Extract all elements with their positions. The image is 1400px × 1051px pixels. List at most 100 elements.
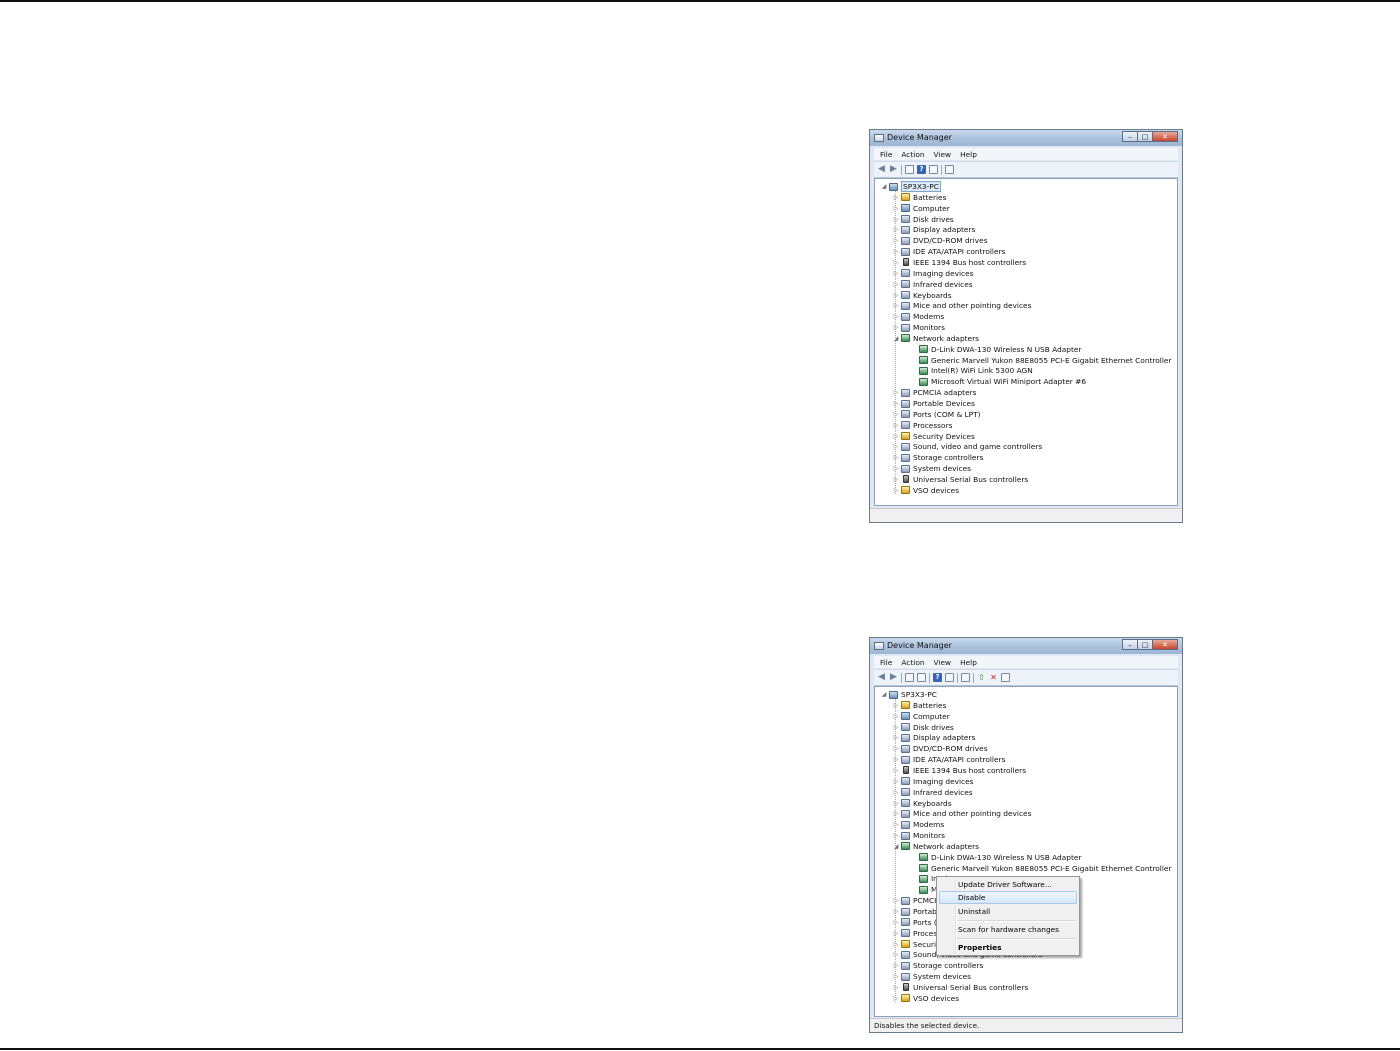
expand-arrow-icon[interactable]: ▷ (893, 226, 899, 233)
tree-category-security-devices[interactable]: ▷ Security Devices (893, 431, 975, 442)
tree-category-mice-and-other-pointing-devices[interactable]: ▷ Mice and other pointing devices (893, 808, 1032, 819)
expand-arrow-icon[interactable]: ▷ (893, 724, 899, 731)
menu-help[interactable]: Help (960, 658, 977, 667)
tree-category-storage-controllers[interactable]: ▷ Storage controllers (893, 960, 984, 971)
console-tree-icon[interactable] (905, 673, 914, 682)
tree-category-vso-devices[interactable]: ▷ VSO devices (893, 993, 959, 1004)
properties-icon[interactable] (929, 165, 938, 174)
expand-arrow-icon[interactable]: ▷ (893, 389, 899, 396)
expand-arrow-icon[interactable]: ▷ (893, 237, 899, 244)
tree-category-ide-ata-atapi-controllers[interactable]: ▷ IDE ATA/ATAPI controllers (893, 754, 1006, 765)
expand-arrow-icon[interactable]: ▷ (893, 205, 899, 212)
expand-arrow-icon[interactable]: ▷ (893, 702, 899, 709)
menu-view[interactable]: View (934, 150, 952, 159)
tree-category-portable-devices[interactable]: ▷ Portable Devices (893, 398, 975, 409)
expand-arrow-icon[interactable]: ▷ (893, 897, 899, 904)
expand-arrow-icon[interactable]: ▷ (893, 400, 899, 407)
expand-arrow-icon[interactable]: ▷ (893, 302, 899, 309)
expand-arrow-icon[interactable]: ▷ (893, 941, 899, 948)
tree-category-modems[interactable]: ▷ Modems (893, 819, 945, 830)
expand-arrow-icon[interactable]: ▷ (893, 908, 899, 915)
menu-file[interactable]: File (880, 150, 892, 159)
expand-arrow-icon[interactable]: ▷ (893, 313, 899, 320)
tree-category-vso-devices[interactable]: ▷ VSO devices (893, 485, 959, 496)
collapse-arrow-icon[interactable]: ◢ (893, 335, 899, 342)
menu-item-uninstall[interactable]: Uninstall (958, 906, 990, 917)
tree-device[interactable]: Generic Marvell Yukon 88E8055 PCI-E Giga… (911, 863, 1172, 874)
properties-icon[interactable] (945, 673, 954, 682)
tree-category-infrared-devices[interactable]: ▷ Infrared devices (893, 279, 973, 290)
title-bar[interactable]: Device Manager – □ ✕ (870, 638, 1182, 654)
expand-arrow-icon[interactable]: ▷ (893, 973, 899, 980)
expand-arrow-icon[interactable]: ▷ (893, 281, 899, 288)
tree-category-imaging-devices[interactable]: ▷ Imaging devices (893, 268, 974, 279)
scan-hardware-icon[interactable] (961, 673, 970, 682)
collapse-arrow-icon[interactable]: ◢ (881, 691, 887, 698)
expand-arrow-icon[interactable]: ▷ (893, 487, 899, 494)
close-button[interactable]: ✕ (1152, 639, 1178, 650)
expand-arrow-icon[interactable]: ▷ (893, 476, 899, 483)
expand-arrow-icon[interactable]: ▷ (893, 800, 899, 807)
expand-arrow-icon[interactable]: ▷ (893, 411, 899, 418)
tree-category-universal-serial-bus-controllers[interactable]: ▷ Universal Serial Bus controllers (893, 982, 1029, 993)
console-tree-icon[interactable] (905, 165, 914, 174)
menu-item-properties[interactable]: Properties (958, 942, 1002, 953)
expand-arrow-icon[interactable]: ▷ (893, 465, 899, 472)
tree-category-infrared-devices[interactable]: ▷ Infrared devices (893, 787, 973, 798)
expand-arrow-icon[interactable]: ▷ (893, 951, 899, 958)
back-arrow-icon[interactable]: ◀ (877, 165, 886, 174)
help-icon[interactable]: ? (917, 165, 926, 174)
tree-category-monitors[interactable]: ▷ Monitors (893, 830, 945, 841)
tree-category-disk-drives[interactable]: ▷ Disk drives (893, 214, 954, 225)
tree-category-ieee-1394-bus-host-controllers[interactable]: ▷ IEEE 1394 Bus host controllers (893, 257, 1026, 268)
tree-category-ieee-1394-bus-host-controllers[interactable]: ▷ IEEE 1394 Bus host controllers (893, 765, 1026, 776)
menu-file[interactable]: File (880, 658, 892, 667)
expand-arrow-icon[interactable]: ▷ (893, 767, 899, 774)
update-driver-icon[interactable]: ⇧ (977, 673, 986, 682)
device-tree-pane[interactable]: ◢ SP3X3-PC ▷ Batteries ▷ Computer ▷ Disk drives… (874, 686, 1178, 1017)
tree-category-disk-drives[interactable]: ▷ Disk drives (893, 722, 954, 733)
tree-category-batteries[interactable]: ▷ Batteries (893, 700, 947, 711)
menu-item-update-driver[interactable]: Update Driver Software... (958, 879, 1052, 890)
tree-category-mice-and-other-pointing-devices[interactable]: ▷ Mice and other pointing devices (893, 300, 1032, 311)
tree-category-monitors[interactable]: ▷ Monitors (893, 322, 945, 333)
menu-item-scan-hardware[interactable]: Scan for hardware changes (958, 924, 1059, 935)
expand-arrow-icon[interactable]: ▷ (893, 778, 899, 785)
tree-category-pcmcia-adapters[interactable]: ▷ PCMCIA adapters (893, 387, 977, 398)
maximize-button[interactable]: □ (1137, 131, 1153, 142)
maximize-button[interactable]: □ (1137, 639, 1153, 650)
tree-category-ports-c[interactable]: ▷ Ports (C (893, 917, 942, 928)
tree-category-dvd-cd-rom-drives[interactable]: ▷ DVD/CD-ROM drives (893, 235, 988, 246)
tree-category-batteries[interactable]: ▷ Batteries (893, 192, 947, 203)
tree-category-network-adapters[interactable]: ◢ Network adapters (893, 333, 979, 344)
expand-arrow-icon[interactable]: ▷ (893, 930, 899, 937)
tree-category-system-devices[interactable]: ▷ System devices (893, 463, 971, 474)
menu-view[interactable]: View (934, 658, 952, 667)
expand-arrow-icon[interactable]: ▷ (893, 734, 899, 741)
expand-arrow-icon[interactable]: ▷ (893, 270, 899, 277)
tree-category-computer[interactable]: ▷ Computer (893, 203, 950, 214)
scan-hardware-icon[interactable] (945, 165, 954, 174)
menu-action[interactable]: Action (901, 658, 924, 667)
tree-device[interactable]: D-Link DWA-130 Wireless N USB Adapter (911, 344, 1081, 355)
tree-root[interactable]: ◢ SP3X3-PC (881, 181, 941, 192)
tree-category-ports-com-lpt[interactable]: ▷ Ports (COM & LPT) (893, 409, 981, 420)
expand-arrow-icon[interactable]: ▷ (893, 713, 899, 720)
device-tree-pane[interactable]: ◢ SP3X3-PC ▷ Batteries ▷ Computer ▷ Disk drives… (874, 178, 1178, 506)
forward-arrow-icon[interactable]: ▶ (889, 673, 898, 682)
tree-category-display-adapters[interactable]: ▷ Display adapters (893, 224, 976, 235)
expand-arrow-icon[interactable]: ▷ (893, 810, 899, 817)
tree-category-network-adapters[interactable]: ◢ Network adapters (893, 841, 979, 852)
tree-category-dvd-cd-rom-drives[interactable]: ▷ DVD/CD-ROM drives (893, 743, 988, 754)
tree-category-system-devices[interactable]: ▷ System devices (893, 971, 971, 982)
expand-arrow-icon[interactable]: ▷ (893, 324, 899, 331)
tree-root[interactable]: ◢ SP3X3-PC (881, 689, 937, 700)
expand-arrow-icon[interactable]: ▷ (893, 995, 899, 1002)
tree-device[interactable]: D-Link DWA-130 Wireless N USB Adapter (911, 852, 1081, 863)
collapse-arrow-icon[interactable]: ◢ (893, 843, 899, 850)
help-icon[interactable]: ? (933, 673, 942, 682)
expand-arrow-icon[interactable]: ▷ (893, 433, 899, 440)
tree-category-ide-ata-atapi-controllers[interactable]: ▷ IDE ATA/ATAPI controllers (893, 246, 1006, 257)
close-button[interactable]: ✕ (1152, 131, 1178, 142)
tree-category-display-adapters[interactable]: ▷ Display adapters (893, 732, 976, 743)
